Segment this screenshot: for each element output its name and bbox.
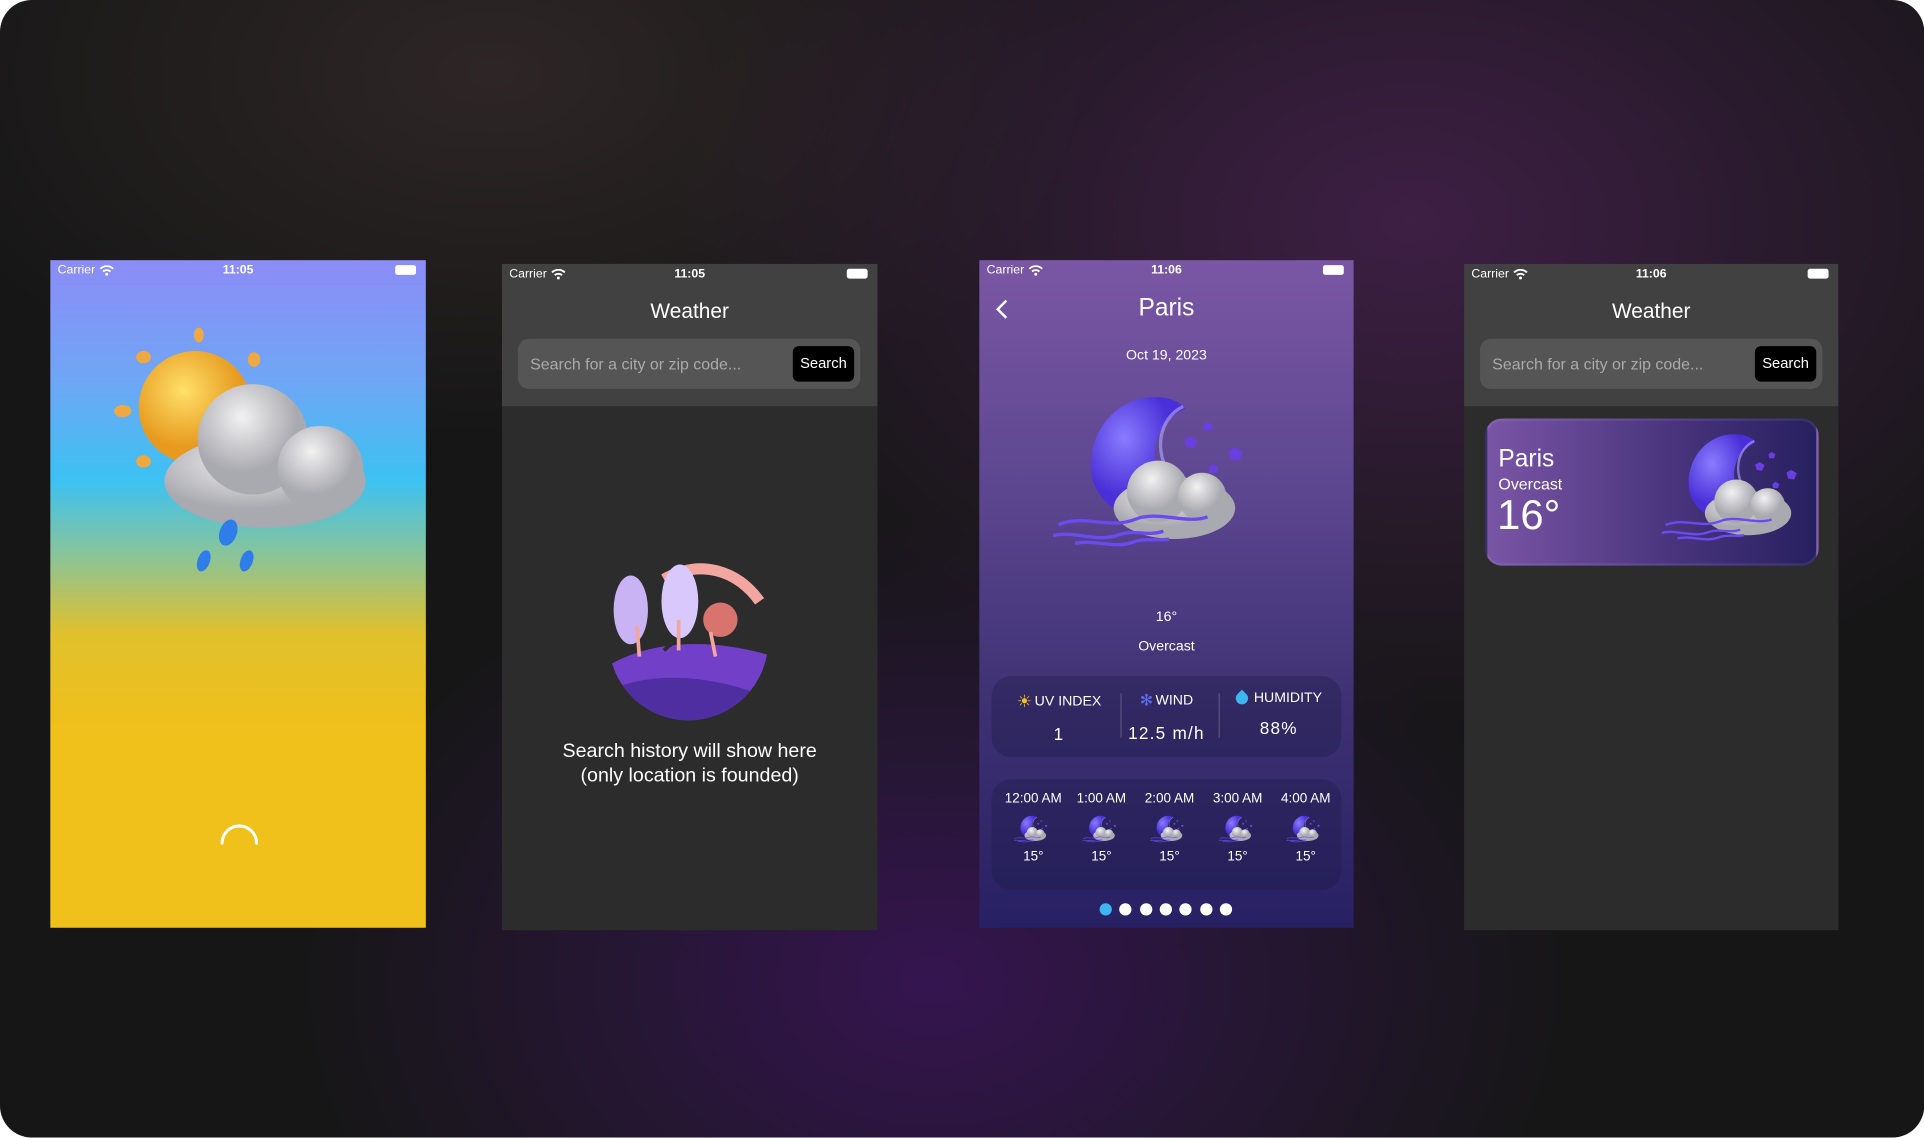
- status-time: 11:05: [674, 267, 706, 282]
- loading-spinner-icon: [220, 824, 259, 845]
- status-time: 11:05: [222, 263, 254, 278]
- hour-temp: 15°: [1295, 849, 1316, 864]
- hour-temp: 15°: [1159, 849, 1180, 864]
- hourly-item: 12:00 AM 15°: [1003, 792, 1064, 864]
- status-time: 11:06: [1151, 263, 1182, 278]
- moon-cloud-icon: [1150, 814, 1189, 846]
- page-dot[interactable]: [1119, 903, 1132, 916]
- date-label: Oct 19, 2023: [1126, 348, 1207, 364]
- condition: Overcast: [1138, 639, 1195, 655]
- status-bar: Carrier 11:06: [1464, 264, 1838, 286]
- battery-icon: [395, 265, 417, 275]
- city-condition: Overcast: [1498, 474, 1563, 494]
- hourly-item: 4:00 AM 15°: [1275, 792, 1336, 864]
- page-dot[interactable]: [1159, 903, 1172, 916]
- battery-icon: [1807, 268, 1829, 279]
- moon-cloud-icon: [1286, 814, 1325, 846]
- empty-history-illustration: [608, 560, 769, 721]
- sun-icon: ☀: [1016, 690, 1033, 711]
- divider: [1218, 693, 1220, 738]
- page-dot[interactable]: [1139, 903, 1152, 916]
- city-detail-screen: Carrier 11:06 Paris Oct 19, 2023 16° Ove…: [979, 260, 1354, 928]
- search-screen-empty: Carrier 11:05 Weather Search for a city …: [501, 263, 878, 931]
- moon-cloud-wind-icon: [1053, 383, 1274, 567]
- stats-card: ☀ UV INDEX 1 ✻ WIND 12.5 m/h HUMIDITY 88%: [991, 676, 1342, 758]
- stat-value: 12.5 m/h: [1128, 722, 1205, 743]
- moon-cloud-wind-icon: [1662, 426, 1819, 554]
- temperature: 16°: [1155, 609, 1178, 625]
- empty-line-1: Search history will show here: [562, 741, 817, 763]
- hourly-item: 3:00 AM 15°: [1207, 792, 1268, 864]
- hour-time: 2:00 AM: [1144, 791, 1195, 807]
- stat-value: 88%: [1259, 717, 1298, 738]
- search-button[interactable]: Search: [1754, 346, 1817, 382]
- moon-cloud-icon: [1082, 814, 1121, 846]
- stat-value: 1: [1053, 724, 1065, 744]
- search-placeholder: Search for a city or zip code...: [530, 354, 742, 374]
- splash-screen: Carrier 11:05: [50, 260, 426, 928]
- status-bar: Carrier 11:05: [502, 264, 878, 286]
- hourly-forecast-card[interactable]: 12:00 AM 15° 1:00 AM 15° 2:00 AM 15° 3:00 AM 15…: [991, 779, 1342, 890]
- search-placeholder: Search for a city or zip code...: [1492, 354, 1704, 374]
- stat-label: UV INDEX: [1034, 693, 1102, 709]
- stat-uv-index: ☀ UV INDEX 1: [1004, 691, 1114, 744]
- hour-time: 4:00 AM: [1280, 791, 1331, 807]
- page-dot[interactable]: [1199, 903, 1212, 916]
- city-title: Paris: [1138, 294, 1195, 322]
- battery-icon: [1322, 265, 1344, 275]
- hour-temp: 15°: [1091, 849, 1112, 864]
- page-dot[interactable]: [1099, 903, 1112, 916]
- page-title: Weather: [650, 299, 729, 323]
- status-time: 11:06: [1635, 267, 1667, 282]
- showcase-canvas: Carrier 11:05 Carrier 11:05 Weather Sear…: [0, 0, 1924, 1138]
- hour-time: 12:00 AM: [1004, 791, 1062, 807]
- empty-line-2: (only location is founded): [580, 765, 799, 787]
- moon-cloud-icon: [1014, 814, 1053, 846]
- page-dot[interactable]: [1179, 903, 1192, 916]
- drop-icon: [1232, 689, 1251, 707]
- stat-humidity: HUMIDITY 88%: [1222, 689, 1335, 738]
- search-input[interactable]: Search for a city or zip code... Search: [517, 338, 861, 390]
- hour-temp: 15°: [1023, 849, 1044, 864]
- stat-label: HUMIDITY: [1253, 690, 1323, 706]
- hour-time: 3:00 AM: [1212, 791, 1263, 807]
- battery-icon: [846, 268, 868, 279]
- city-temperature: 16°: [1497, 492, 1561, 539]
- status-bar: Carrier 11:05: [50, 260, 426, 282]
- page-title: Weather: [1611, 299, 1691, 323]
- city-name: Paris: [1498, 445, 1555, 473]
- hourly-item: 2:00 AM 15°: [1139, 792, 1200, 864]
- stat-wind: ✻ WIND 12.5 m/h: [1120, 691, 1212, 743]
- moon-cloud-icon: [1218, 814, 1257, 846]
- search-input[interactable]: Search for a city or zip code... Search: [1480, 338, 1823, 390]
- wind-icon: ✻: [1139, 690, 1154, 710]
- stat-label: WIND: [1155, 693, 1194, 709]
- search-screen-history: Carrier 11:06 Weather Search for a city …: [1464, 263, 1839, 931]
- empty-history-message: Search history will show here (only loca…: [502, 740, 878, 789]
- hour-temp: 15°: [1227, 849, 1248, 864]
- search-button[interactable]: Search: [792, 346, 855, 382]
- history-city-card[interactable]: Paris Overcast 16°: [1484, 418, 1819, 566]
- hourly-item: 1:00 AM 15°: [1071, 792, 1132, 864]
- sun-cloud-rain-icon: [114, 327, 366, 572]
- status-bar: Carrier 11:06: [979, 260, 1353, 282]
- hour-time: 1:00 AM: [1076, 791, 1127, 807]
- page-dot[interactable]: [1219, 903, 1232, 916]
